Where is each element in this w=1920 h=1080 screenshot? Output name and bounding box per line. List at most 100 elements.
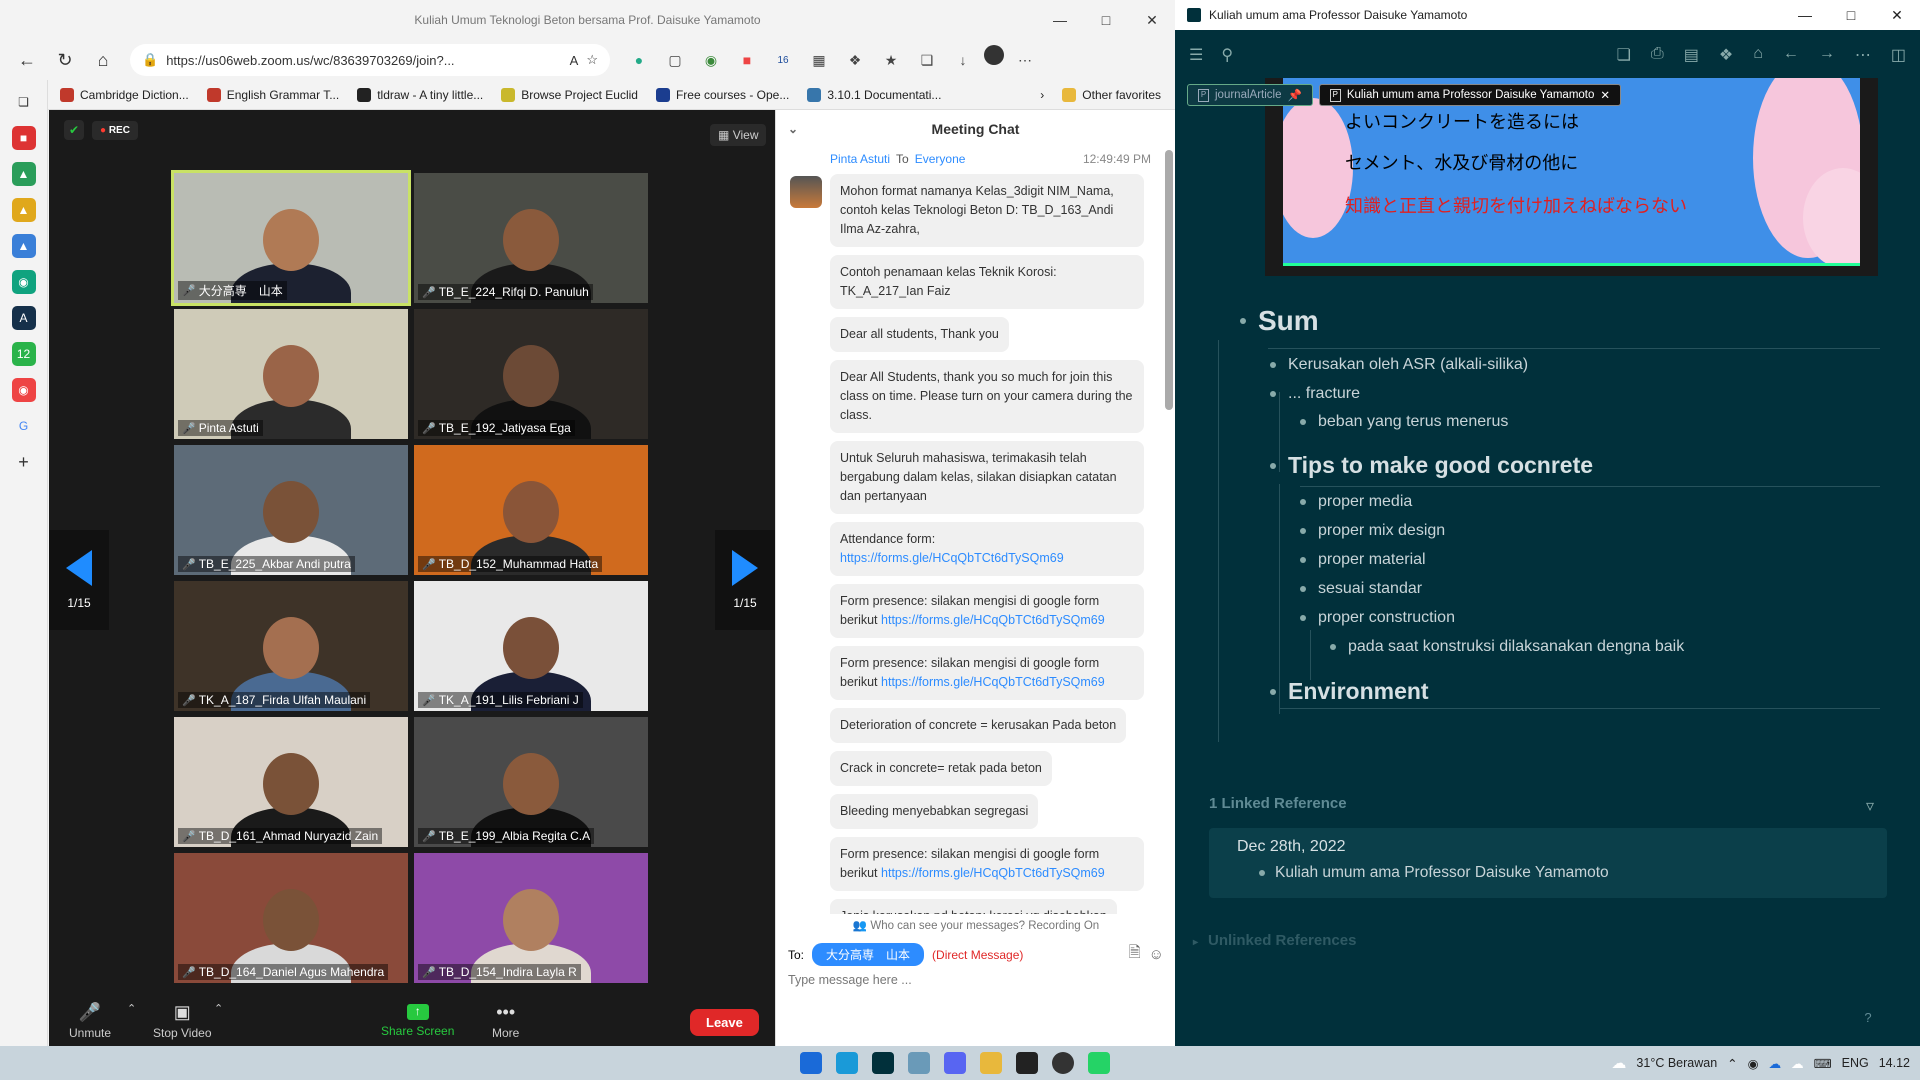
help-button[interactable]: ? [1857,1006,1879,1028]
home-icon[interactable]: ⌂ [1753,45,1763,65]
favorite-star-icon[interactable]: ☆ [586,52,598,68]
participant-tile[interactable]: 🎤 TB_E_224_Rifqi D. Panuluh [414,173,648,303]
more-menu-icon[interactable]: ⋯ [1010,45,1040,75]
share-screen-button[interactable]: ↑ Share Screen [381,1004,454,1038]
drive-icon[interactable]: ▲ [11,234,36,258]
outline-item[interactable]: ... fracture [1270,385,1360,403]
bullet-icon[interactable] [1300,586,1306,592]
app-icon[interactable]: 12 [11,342,36,366]
favorite-link[interactable]: English Grammar T... [206,87,339,102]
extension-icon[interactable]: ▢ [660,45,690,75]
reference-item[interactable]: Kuliah umum ama Professor Daisuke Yamamo… [1259,864,1609,882]
chevron-down-icon[interactable]: ⌄ [788,122,798,136]
outline-heading[interactable]: Tips to make good cocnrete [1270,452,1593,479]
participant-tile[interactable]: 🎤 TB_D_152_Muhammad Hatta [414,445,648,575]
add-icon[interactable]: + [12,450,36,474]
language-indicator[interactable]: ENG [1842,1056,1869,1070]
network-icon[interactable]: ◉ [1748,1056,1759,1071]
minimize-button[interactable]: — [1037,0,1083,40]
favorite-link[interactable]: Browse Project Euclid [501,87,638,102]
bullet-icon[interactable] [1270,462,1276,469]
favorite-link[interactable]: Cambridge Diction... [60,87,189,102]
bullet-icon[interactable] [1300,419,1306,425]
file-icon[interactable]: 🗎 [1129,942,1141,967]
page-icon[interactable]: ▤ [1684,45,1699,65]
tab-journal-article[interactable]: PjournalArticle 📌 [1187,84,1313,106]
outline-item[interactable]: proper material [1300,551,1426,569]
bullet-icon[interactable] [1240,318,1246,324]
extensions-puzzle-icon[interactable]: ❖ [840,45,870,75]
message-link[interactable]: https://forms.gle/HCqQbTCt6dTySQm69 [881,613,1105,627]
participant-tile[interactable]: 🎤 TB_D_161_Ahmad Nuryazid Zain [174,717,408,847]
chevron-up-icon[interactable]: ⌃ [1727,1056,1737,1071]
stop-video-button[interactable]: ▣ Stop Video [153,1002,212,1040]
recipient-dropdown[interactable]: 大分高専 山本 [812,943,925,966]
participant-tile[interactable]: 🎤 TK_A_191_Lilis Febriani J [414,581,648,711]
bullet-icon[interactable] [1300,499,1306,505]
favorite-link[interactable]: tldraw - A tiny little... [357,87,483,102]
cloud-icon[interactable]: ☁ [1769,1056,1782,1071]
outline-item[interactable]: pada saat konstruksi dilaksanakan dengna… [1330,638,1684,656]
outline-item[interactable]: proper mix design [1300,522,1445,540]
pin-icon[interactable]: 📌 [1287,88,1301,102]
outline-item[interactable]: beban yang terus menerus [1300,413,1508,431]
participant-tile[interactable]: 🎤 TK_A_187_Firda Ulfah Maulani [174,581,408,711]
chat-scrollbar[interactable] [1165,150,1173,410]
bullet-icon[interactable] [1300,615,1306,621]
maximize-button[interactable]: □ [1828,0,1874,30]
more-button[interactable]: ••• More [492,1002,519,1040]
next-page-button[interactable]: 1/15 [715,530,775,630]
forward-icon[interactable]: → [1819,45,1835,65]
outline-item[interactable]: proper construction [1300,609,1455,627]
keyboard-icon[interactable]: ⌨ [1814,1056,1832,1071]
collections-icon[interactable]: ❏ [912,45,942,75]
view-button[interactable]: ▦ View [710,124,767,146]
search-icon[interactable]: ⚲ [1221,45,1233,65]
more-dots-icon[interactable]: ⋯ [1855,45,1871,65]
participant-tile[interactable]: 🎤 TB_D_164_Daniel Agus Mahendra [174,853,408,983]
home-icon[interactable]: ⌂ [86,44,120,76]
emoji-icon[interactable]: ☺ [1149,946,1164,963]
participant-tile[interactable]: 🎤 TB_D_154_Indira Layla R [414,853,648,983]
privacy-notice[interactable]: 👥 Who can see your messages? Recording O… [776,918,1176,938]
bullet-icon[interactable] [1270,688,1276,695]
close-tab-icon[interactable]: ✕ [1600,88,1610,102]
whatsapp-app-icon[interactable] [1088,1052,1110,1074]
read-aloud-icon[interactable]: A [570,53,579,68]
plugin-icon[interactable]: ❖ [1719,45,1733,65]
outline-item[interactable]: proper media [1300,493,1412,511]
bullet-icon[interactable] [1300,557,1306,563]
tab-actions-icon[interactable]: ❏ [12,90,36,114]
record-icon[interactable]: ◉ [11,378,36,402]
print-icon[interactable]: ⎙ [1651,45,1664,65]
unlinked-references-toggle[interactable]: ▸ Unlinked References [1193,932,1356,949]
favorites-overflow-icon[interactable]: › [1040,88,1044,102]
favorite-link[interactable]: Free courses - Ope... [655,87,789,102]
sidebar-toggle-icon[interactable]: ◫ [1891,45,1906,65]
filter-icon[interactable]: ▿ [1866,796,1874,816]
bullet-icon[interactable] [1270,391,1276,397]
bullet-icon[interactable] [1300,528,1306,534]
maximize-button[interactable]: □ [1083,0,1129,40]
audio-options-icon[interactable]: ⌃ [127,1002,136,1015]
participant-tile[interactable]: 🎤 TB_E_225_Akbar Andi putra [174,445,408,575]
edge-browser-icon[interactable] [836,1052,858,1074]
download-icon[interactable]: ↓ [948,45,978,75]
back-icon[interactable]: ← [10,44,44,76]
participant-tile[interactable]: 🎤 Pinta Astuti [174,309,408,439]
clock[interactable]: 14.12 [1879,1056,1910,1070]
tab-kuliah-umum[interactable]: P Kuliah umum ama Professor Daisuke Yamam… [1318,84,1622,106]
message-link[interactable]: https://forms.gle/HCqQbTCt6dTySQm69 [881,675,1105,689]
photos-app-icon[interactable] [908,1052,930,1074]
drive-icon[interactable]: ▲ [11,162,36,186]
onedrive-icon[interactable]: ☁ [1791,1056,1804,1071]
message-link[interactable]: https://forms.gle/HCqQbTCt6dTySQm69 [881,866,1105,880]
refresh-icon[interactable]: ↻ [48,44,82,76]
outline-heading[interactable]: Sum [1240,305,1319,337]
terminal-app-icon[interactable] [1016,1052,1038,1074]
logseq-app-icon[interactable] [872,1052,894,1074]
extension-icon[interactable]: ◉ [696,45,726,75]
pdf-icon[interactable]: ■ [11,126,36,150]
extension-icon[interactable]: ▦ [804,45,834,75]
leave-button[interactable]: Leave [690,1009,759,1036]
